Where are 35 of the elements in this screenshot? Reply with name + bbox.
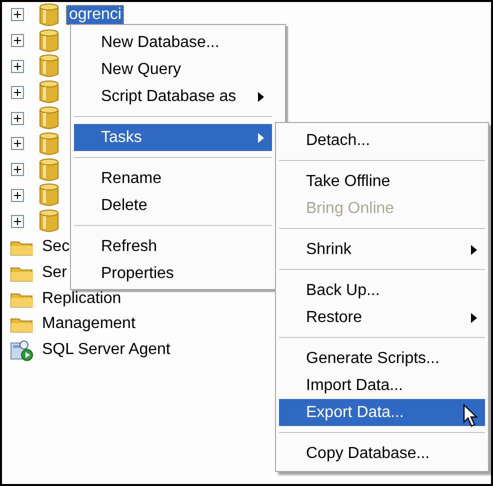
database-icon — [38, 2, 60, 27]
expand-icon[interactable] — [11, 137, 24, 150]
expand-icon[interactable] — [11, 60, 24, 73]
menu-item[interactable]: Import Data... — [279, 372, 485, 399]
menu-item[interactable]: Delete — [74, 192, 272, 219]
cursor-icon — [463, 404, 479, 428]
menu-item[interactable]: Refresh — [74, 233, 272, 260]
menu-item[interactable]: Take Offline — [279, 168, 485, 195]
menu-item[interactable]: New Query — [74, 56, 272, 83]
expand-icon[interactable] — [11, 163, 24, 176]
expand-icon[interactable] — [11, 86, 24, 99]
menu-item[interactable]: Export Data... — [279, 399, 485, 426]
agent-icon — [10, 339, 34, 362]
tree-item[interactable]: Sec — [39, 237, 73, 258]
expand-icon[interactable] — [11, 8, 24, 22]
menu-item[interactable]: Rename — [74, 165, 272, 192]
menu-item[interactable]: Back Up... — [279, 277, 485, 304]
expand-icon[interactable] — [11, 188, 24, 202]
expand-icon[interactable] — [11, 214, 24, 228]
menu-item[interactable]: New Database... — [74, 29, 272, 56]
tree-item[interactable]: Management — [39, 314, 138, 334]
tree-item[interactable]: Ser — [39, 262, 70, 283]
tree-item[interactable]: SQL Server Agent — [39, 340, 174, 360]
menu-item[interactable]: Copy Database... — [279, 440, 485, 467]
menu-item[interactable]: Tasks — [74, 124, 272, 151]
menu-item[interactable]: Restore — [279, 304, 485, 331]
tree-item[interactable]: Replication — [39, 288, 124, 309]
menu-item[interactable]: Properties — [74, 260, 272, 287]
tree-item[interactable]: ogrenci — [66, 4, 124, 25]
menu-item[interactable]: Shrink — [279, 236, 485, 263]
expand-icon[interactable] — [11, 34, 24, 48]
menu-item[interactable]: Detach... — [279, 127, 485, 154]
menu-item[interactable]: Script Database as — [74, 83, 272, 110]
menu-item[interactable]: Generate Scripts... — [279, 345, 485, 372]
expand-icon[interactable] — [11, 112, 24, 125]
